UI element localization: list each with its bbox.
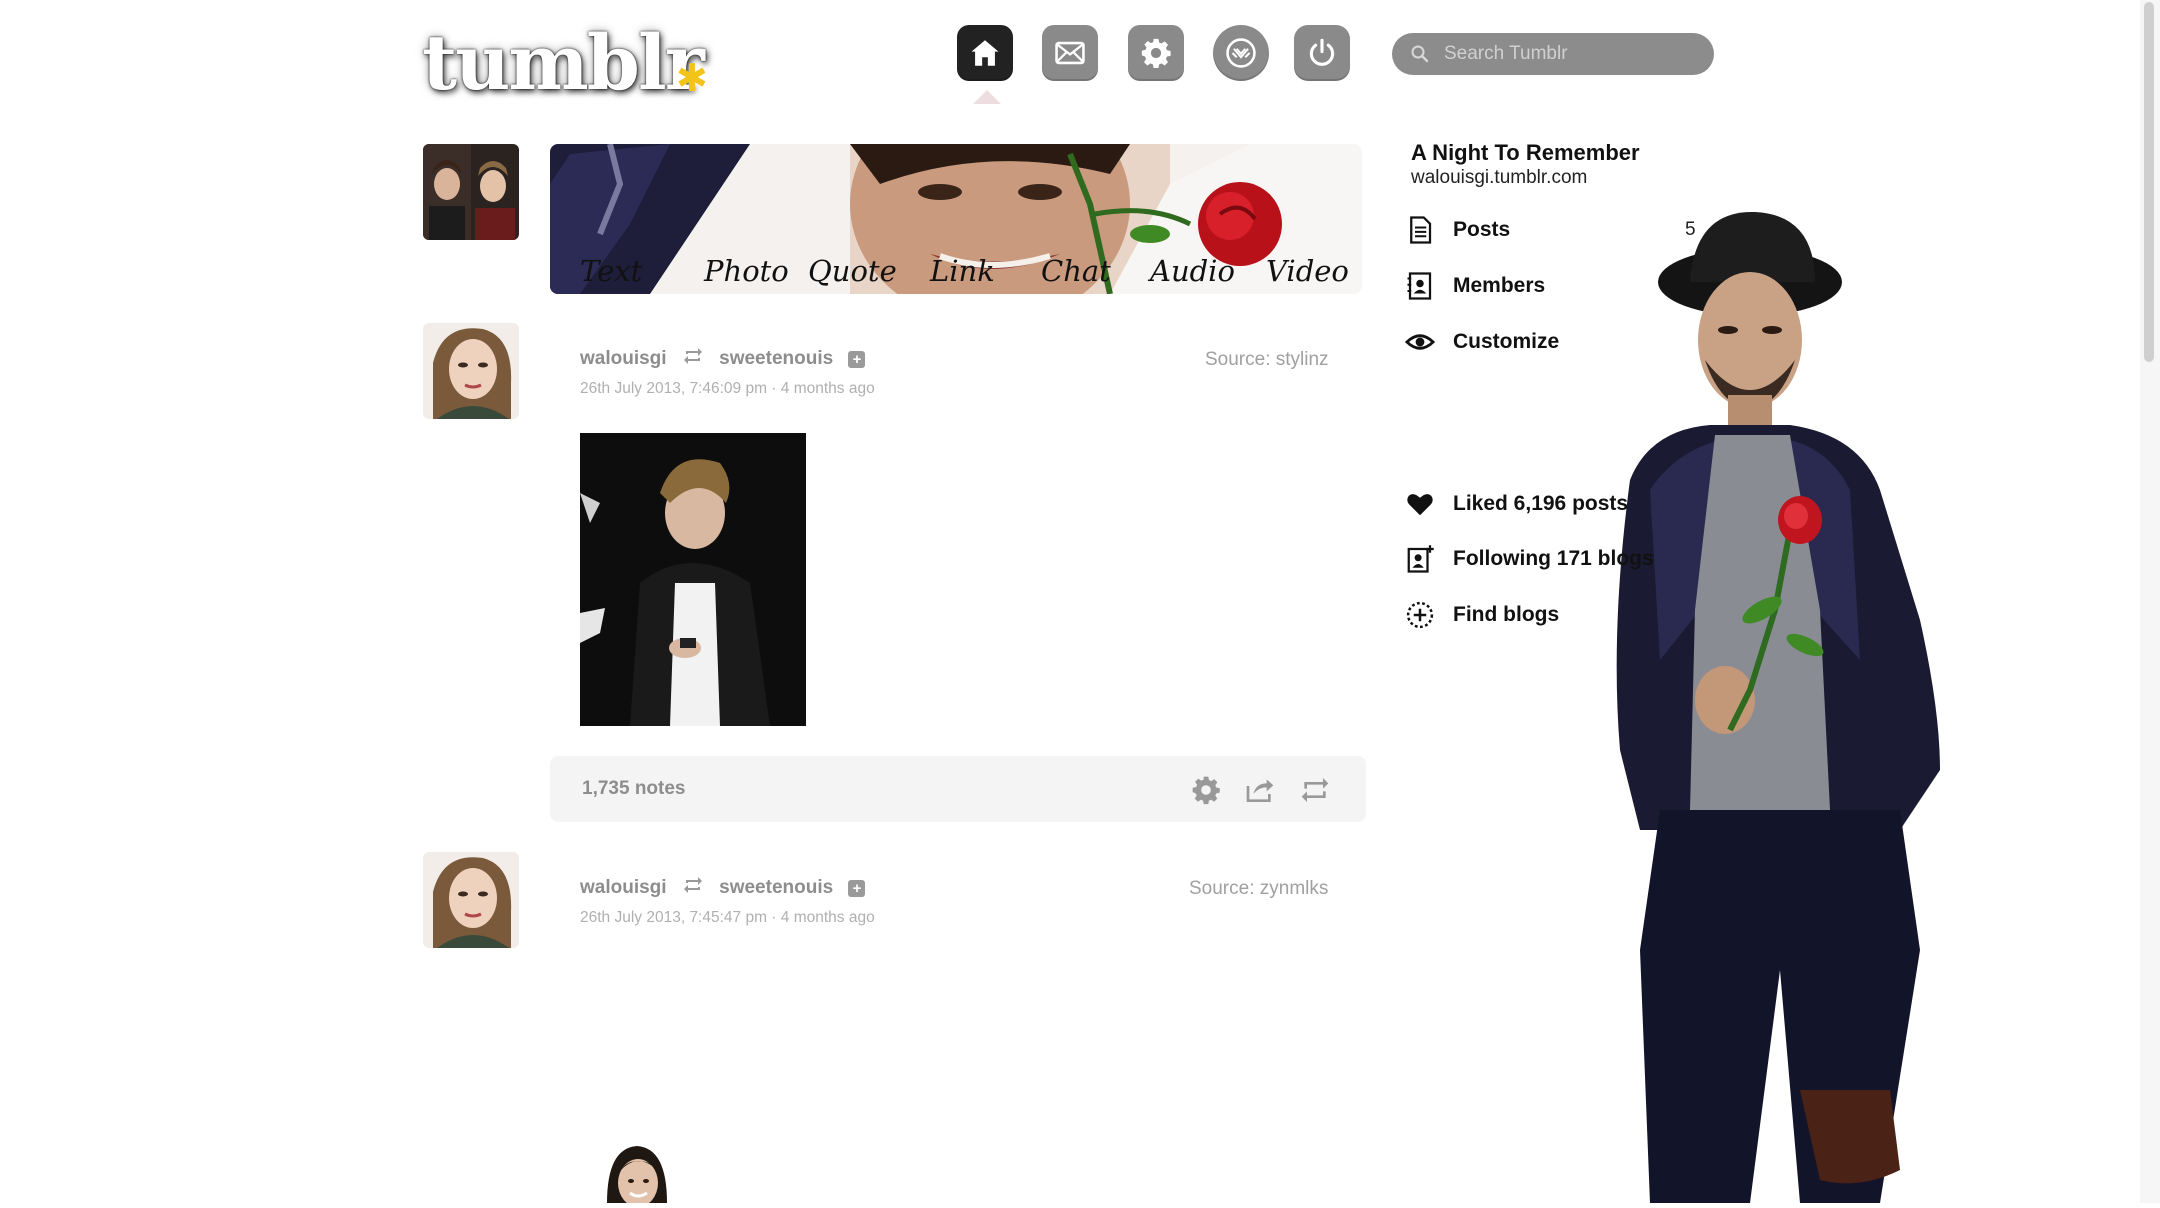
tumblr-logo[interactable]: tumblr	[422, 18, 705, 107]
find-blogs-icon	[1406, 601, 1434, 629]
post-type-quote[interactable]: Quote	[808, 254, 897, 288]
follow-plus-icon[interactable]: +	[848, 350, 866, 368]
post-type-photo[interactable]: Photo	[704, 254, 789, 288]
sidebar-members-label: Members	[1453, 274, 1546, 297]
notes-count[interactable]: 1,735 notes	[582, 778, 686, 800]
reblog-icon	[682, 347, 704, 371]
logo-star-icon: ✱	[676, 56, 708, 100]
post-2-source[interactable]: Source: zynmlks	[1189, 878, 1328, 900]
sidebar-item-members[interactable]: Members	[1405, 271, 1545, 301]
sidebar-item-following[interactable]: Following 171 blogs	[1405, 544, 1654, 574]
sidebar-item-find-blogs[interactable]: Find blogs	[1405, 600, 1559, 630]
sidebar-liked-label: Liked 6,196 posts	[1453, 492, 1629, 515]
search-input[interactable]	[1442, 42, 1696, 66]
search-icon	[1411, 45, 1429, 63]
blog-avatar[interactable]	[423, 144, 519, 240]
sidebar-item-liked[interactable]: Liked 6,196 posts	[1405, 489, 1628, 519]
author-avatar-image	[423, 852, 519, 948]
gear-icon	[1141, 38, 1171, 69]
post-1-date[interactable]: 26th July 2013, 7:46:09 pm · 4 months ag…	[580, 380, 875, 398]
post-type-audio[interactable]: Audio	[1150, 254, 1235, 288]
post-author-avatar-2[interactable]	[423, 852, 519, 948]
post-author-link[interactable]: walouisgi	[580, 877, 667, 898]
home-icon	[971, 40, 999, 66]
document-icon	[1410, 216, 1432, 244]
sidebar-following-label: Following 171 blogs	[1453, 547, 1654, 570]
post-type-chat[interactable]: Chat	[1041, 254, 1111, 288]
post-type-banner: Text Photo Quote Link Chat Audio Video	[550, 144, 1362, 294]
post-author-avatar[interactable]	[423, 323, 519, 419]
sidebar-customize-label: Customize	[1453, 330, 1560, 353]
add-contact-icon	[1407, 545, 1434, 573]
post-1-meta: walouisgi sweetenouis +	[580, 347, 866, 371]
power-icon	[1309, 38, 1335, 66]
explore-icon	[1226, 38, 1256, 68]
post-1-source[interactable]: Source: stylinz	[1205, 349, 1329, 371]
scrollbar-thumb[interactable]	[2144, 2, 2154, 362]
nav-active-pointer	[973, 90, 1001, 104]
nav-home-button[interactable]	[957, 25, 1013, 81]
sidebar-background-photo	[1500, 190, 2060, 1203]
post-author-link[interactable]: walouisgi	[580, 348, 667, 369]
nav-settings-button[interactable]	[1128, 25, 1184, 81]
sidebar-item-posts[interactable]: Posts	[1405, 215, 1510, 245]
author-avatar-image	[423, 323, 519, 419]
post-photo-image	[580, 433, 806, 726]
partial-avatar-image	[602, 1143, 672, 1203]
post-settings-gear-icon[interactable]	[1190, 774, 1222, 806]
post-3-avatar-partial[interactable]	[602, 1143, 672, 1203]
post-1-photo[interactable]	[580, 433, 806, 726]
blog-title[interactable]: A Night To Remember	[1411, 140, 1640, 166]
posts-count: 5	[1685, 219, 1696, 240]
nav-messages-button[interactable]	[1042, 25, 1098, 81]
post-1-footer: 1,735 notes	[550, 756, 1366, 822]
reblogged-from-link[interactable]: sweetenouis	[719, 877, 833, 898]
post-type-link[interactable]: Link	[930, 254, 995, 288]
eye-icon	[1405, 334, 1435, 350]
address-book-icon	[1407, 272, 1432, 300]
follow-plus-icon[interactable]: +	[848, 879, 866, 897]
share-icon[interactable]	[1244, 774, 1276, 806]
reblog-icon	[682, 876, 704, 900]
post-2-meta: walouisgi sweetenouis +	[580, 876, 866, 900]
post-type-video[interactable]: Video	[1266, 254, 1349, 288]
mail-icon	[1055, 41, 1085, 65]
nav-explore-button[interactable]	[1213, 25, 1269, 81]
heart-icon	[1407, 494, 1433, 516]
search-box[interactable]	[1392, 33, 1714, 75]
blog-avatar-image	[423, 144, 519, 240]
reblog-button-icon[interactable]	[1299, 774, 1331, 806]
blog-url[interactable]: walouisgi.tumblr.com	[1411, 167, 1587, 189]
post-type-text[interactable]: Text	[580, 254, 642, 288]
reblogged-from-link[interactable]: sweetenouis	[719, 348, 833, 369]
nav-logout-button[interactable]	[1294, 25, 1350, 81]
post-2-date[interactable]: 26th July 2013, 7:45:47 pm · 4 months ag…	[580, 909, 875, 927]
background-person-image	[1616, 211, 1940, 1203]
sidebar-item-customize[interactable]: Customize	[1405, 327, 1559, 357]
sidebar-find-label: Find blogs	[1453, 603, 1560, 626]
sidebar-posts-label: Posts	[1453, 218, 1511, 241]
